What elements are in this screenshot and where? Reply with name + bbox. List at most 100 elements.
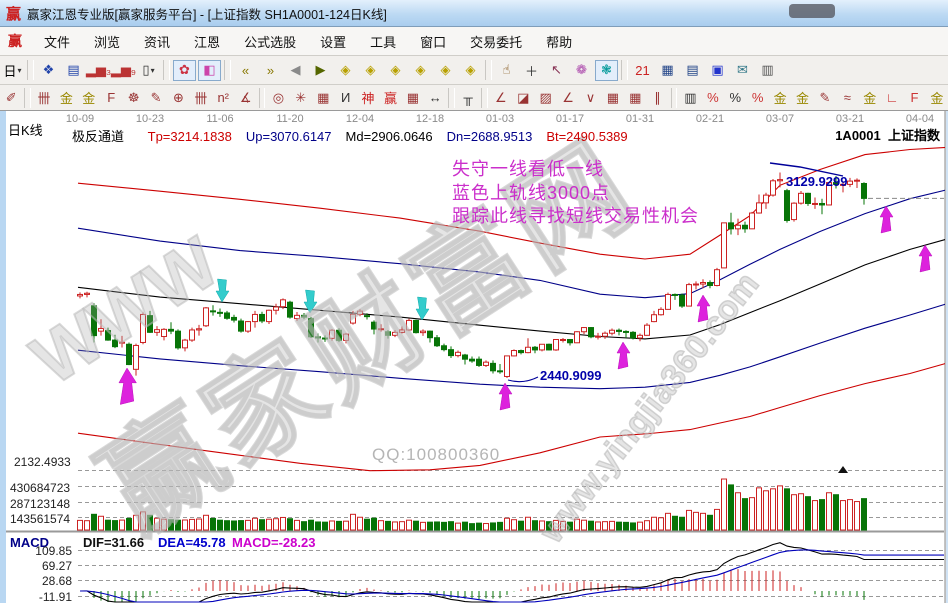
- grid-num-tool[interactable]: ▦: [625, 87, 645, 108]
- check-line-tool[interactable]: ∨: [580, 87, 600, 108]
- menu-item-9[interactable]: 帮助: [534, 28, 584, 55]
- fan-lines-tool[interactable]: ∠: [491, 87, 511, 108]
- compress-button[interactable]: ◈: [409, 60, 432, 81]
- menu-logo-icon: 赢: [8, 31, 22, 51]
- matrix-tool[interactable]: ▦: [313, 87, 333, 108]
- candle-style-button[interactable]: ▯▾: [137, 60, 160, 81]
- menu-item-6[interactable]: 工具: [358, 28, 408, 55]
- spiral-tool[interactable]: ☸: [123, 87, 143, 108]
- mark-candle-tool[interactable]: ✎: [815, 87, 835, 108]
- toolbar-separator: [448, 88, 454, 108]
- toolbar-separator: [24, 88, 30, 108]
- menu-item-7[interactable]: 窗口: [408, 28, 458, 55]
- percent-tool[interactable]: %: [725, 87, 745, 108]
- smart-analysis-button[interactable]: ❃: [595, 60, 618, 81]
- menu-item-0[interactable]: 文件: [32, 28, 82, 55]
- percent-line-tool[interactable]: %: [747, 87, 767, 108]
- magenta-up-arrow: [919, 245, 932, 272]
- kline-period-button[interactable]: 日▾: [1, 60, 24, 81]
- grid-ruler-tool[interactable]: 卌: [34, 87, 54, 108]
- send-button[interactable]: ✉: [731, 60, 754, 81]
- print-button[interactable]: ▥: [756, 60, 779, 81]
- volume-scale-label: 287123148: [10, 497, 70, 511]
- gann-flower-button[interactable]: ❁: [570, 60, 593, 81]
- pointer-mark-button[interactable]: ↖: [545, 60, 568, 81]
- percent-wave-tool[interactable]: %: [703, 87, 723, 108]
- volume-histogram-button[interactable]: ◧: [198, 60, 221, 81]
- h-measure-tool[interactable]: ↔: [425, 87, 445, 108]
- shen-tool[interactable]: 神: [358, 87, 378, 108]
- wave-tool[interactable]: ≈: [837, 87, 857, 108]
- menu-item-4[interactable]: 公式选股: [232, 28, 308, 55]
- grid-dense-tool[interactable]: ▦: [603, 87, 623, 108]
- trend-angle-tool[interactable]: ∠: [558, 87, 578, 108]
- toolbar-separator: [485, 60, 492, 80]
- drag-hand-button[interactable]: ☝: [495, 60, 518, 81]
- compass-tool[interactable]: ✐: [1, 87, 21, 108]
- gann-grid-button[interactable]: ✿: [173, 60, 196, 81]
- full-expand-button[interactable]: ◈: [459, 60, 482, 81]
- time-ruler-tool[interactable]: 卌: [191, 87, 211, 108]
- gold-band-tool[interactable]: 金: [860, 87, 880, 108]
- gold-channel-tool[interactable]: 金: [79, 87, 99, 108]
- fan-box-tool[interactable]: ◪: [513, 87, 533, 108]
- indicator-header[interactable]: 极反通道 Tp=3214.1838Up=3070.6147Md=2906.064…: [72, 126, 642, 145]
- f-line-tool[interactable]: F: [904, 87, 924, 108]
- wave-mark-tool[interactable]: И: [335, 87, 355, 108]
- bar-compare-tool[interactable]: ▥: [680, 87, 700, 108]
- min3-chart-button[interactable]: ▂▅₃: [87, 60, 110, 81]
- gold-circle-tool[interactable]: 金: [770, 87, 790, 108]
- zoom-right-button[interactable]: ◈: [359, 60, 382, 81]
- crosshair-button[interactable]: ＋: [520, 60, 543, 81]
- zoom-h-button[interactable]: ◈: [384, 60, 407, 81]
- expand-button[interactable]: ◈: [434, 60, 457, 81]
- numbered-grid-tool[interactable]: ▦: [403, 87, 423, 108]
- menu-item-3[interactable]: 江恩: [182, 28, 232, 55]
- menu-item-2[interactable]: 资讯: [132, 28, 182, 55]
- prev-button[interactable]: ◀: [284, 60, 307, 81]
- price-ruler-tool[interactable]: F: [101, 87, 121, 108]
- menu-item-5[interactable]: 设置: [308, 28, 358, 55]
- window-title: 赢家江恩专业版[赢家服务平台] - [上证指数 SH1A0001-124日K线]: [27, 4, 387, 23]
- notes-button[interactable]: ▤: [681, 60, 704, 81]
- volume-scale-label: 143561574: [10, 512, 70, 526]
- info-panel-button[interactable]: ▤: [62, 60, 85, 81]
- cyan-down-arrow: [216, 279, 229, 302]
- parallel-lines-tool[interactable]: ∥: [647, 87, 667, 108]
- magenta-up-arrow: [697, 295, 710, 322]
- gold-section-tool[interactable]: 金: [56, 87, 76, 108]
- j-line-tool[interactable]: ∟: [882, 87, 902, 108]
- x-axis-tick: 01-17: [546, 113, 594, 125]
- square-of-nine-tool[interactable]: n²: [213, 87, 233, 108]
- cycle-circle-tool[interactable]: ⊕: [168, 87, 188, 108]
- annotation-line-1: 失守一线看低一线: [452, 155, 604, 181]
- gann-wheel-tool[interactable]: ✳: [291, 87, 311, 108]
- gold-fan-tool[interactable]: 金: [927, 87, 947, 108]
- min9-chart-button[interactable]: ▂▅₉: [112, 60, 135, 81]
- chart-overlay-button[interactable]: ❖: [37, 60, 60, 81]
- arc-tool[interactable]: ✎: [146, 87, 166, 108]
- menu-item-1[interactable]: 浏览: [82, 28, 132, 55]
- zoom-left-button[interactable]: ◈: [334, 60, 357, 81]
- v-measure-tool[interactable]: ╥: [458, 87, 478, 108]
- high-price-label: 3129.9299: [786, 174, 847, 189]
- symbol-code: 1A0001: [835, 128, 881, 143]
- symbol-label: 1A0001 上证指数: [835, 125, 940, 144]
- angle-tool[interactable]: ∡: [235, 87, 255, 108]
- calculator-button[interactable]: ▦: [656, 60, 679, 81]
- gold-line-tool[interactable]: 金: [792, 87, 812, 108]
- gann-target-tool[interactable]: ◎: [268, 87, 288, 108]
- candle-style-button-dropdown[interactable]: ▾: [151, 66, 155, 75]
- next-button[interactable]: ▶: [309, 60, 332, 81]
- kline-period-button-dropdown[interactable]: ▾: [18, 66, 22, 75]
- calendar-button[interactable]: 21: [631, 60, 654, 81]
- save-button[interactable]: ▣: [706, 60, 729, 81]
- ying-tool[interactable]: 赢: [380, 87, 400, 108]
- title-bar[interactable]: 赢 赢家江恩专业版[赢家服务平台] - [上证指数 SH1A0001-124日K…: [0, 0, 948, 27]
- menu-bar: 赢 文件浏览资讯江恩公式选股设置工具窗口交易委托帮助: [0, 27, 948, 56]
- ray-box-tool[interactable]: ▨: [535, 87, 555, 108]
- first-page-button[interactable]: «: [234, 60, 257, 81]
- menu-item-8[interactable]: 交易委托: [458, 28, 534, 55]
- last-page-button[interactable]: »: [259, 60, 282, 81]
- toolbar-separator: [621, 60, 628, 80]
